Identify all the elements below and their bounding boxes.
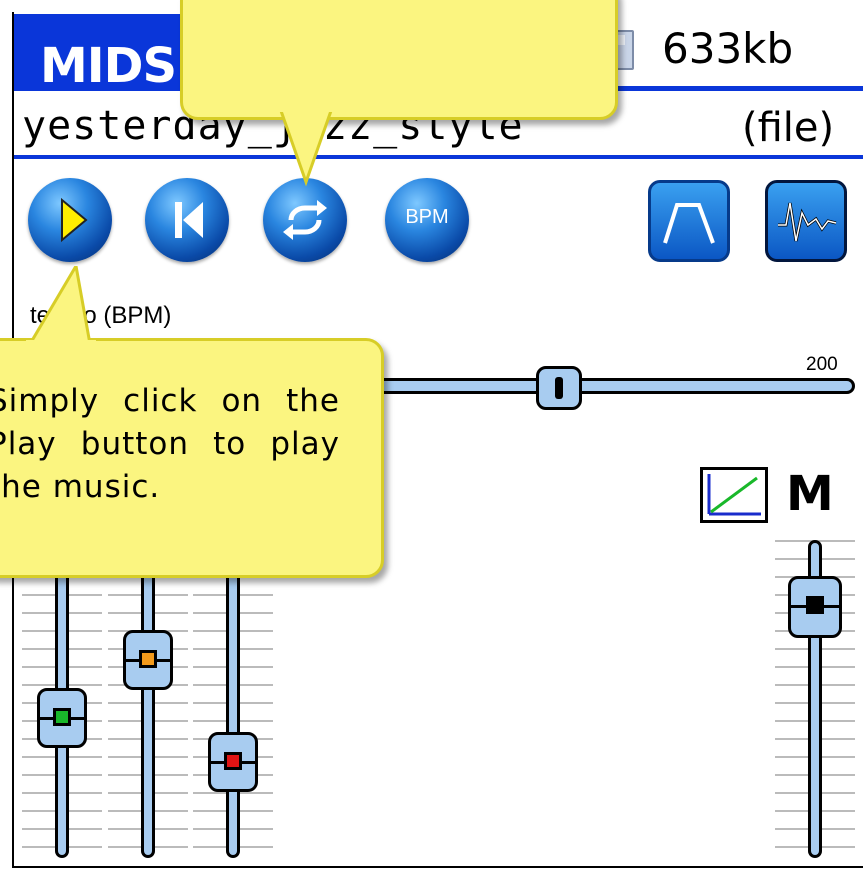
title-tab: MIDS [14,14,182,94]
master-slider[interactable] [775,540,855,858]
play-icon [61,197,88,243]
play-button[interactable] [28,178,112,262]
tempo-max-label: 200 [806,354,838,375]
channel-slider-2[interactable] [108,540,188,858]
file-button[interactable]: (file) [742,105,834,151]
envelope-icon [663,203,715,244]
slider-rail [226,540,240,858]
bpm-button[interactable]: BPM [385,178,469,262]
slider-knob[interactable] [208,732,258,792]
channel-slider-3[interactable] [193,540,273,858]
top-callout [180,0,618,120]
rewind-button[interactable] [145,178,229,262]
bpm-label: BPM [405,206,449,228]
play-callout-text: Simply click on the Play button to play … [0,383,340,505]
loop-icon [283,200,327,240]
master-label: M [786,466,834,522]
tempo-slider-thumb[interactable] [536,366,582,410]
separator [14,155,863,159]
envelope-button[interactable] [648,180,730,262]
slider-knob[interactable] [788,576,842,638]
graph-icon[interactable] [700,467,768,523]
waveform-button[interactable] [765,180,847,262]
waveform-icon [778,202,837,242]
slider-rail [141,540,155,858]
channel-slider-1[interactable] [22,540,102,858]
loop-button[interactable] [263,178,347,262]
file-size: 633kb [662,24,794,73]
top-callout-pointer [278,108,336,187]
play-callout-pointer [26,266,96,346]
rewind-icon [175,202,203,238]
slider-knob[interactable] [37,688,87,748]
slider-knob[interactable] [123,630,173,690]
